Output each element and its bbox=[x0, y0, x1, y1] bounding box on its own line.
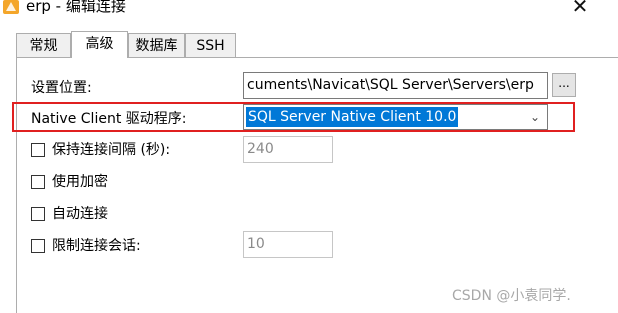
chevron-down-icon: ⌄ bbox=[529, 110, 541, 124]
driver-selected-value: SQL Server Native Client 10.0 bbox=[246, 107, 459, 127]
tab-database[interactable]: 数据库 bbox=[128, 33, 185, 57]
settings-location-field[interactable]: cuments\Navicat\SQL Server\Servers\erp bbox=[243, 72, 548, 99]
tab-advanced[interactable]: 高级 bbox=[71, 31, 128, 58]
tab-ssh[interactable]: SSH bbox=[185, 33, 236, 57]
keepalive-checkbox[interactable] bbox=[31, 143, 45, 157]
browse-button[interactable]: ... bbox=[552, 73, 576, 97]
limit-sessions-checkbox[interactable] bbox=[31, 239, 45, 253]
auto-connect-checkbox[interactable] bbox=[31, 207, 45, 221]
limit-sessions-label: 限制连接会话: bbox=[52, 238, 141, 254]
window-title: erp - 编辑连接 bbox=[26, 0, 126, 15]
watermark: CSDN @小袁同学. bbox=[452, 288, 571, 304]
title-bar: erp - 编辑连接 ✕ bbox=[0, 0, 618, 30]
driver-select[interactable]: SQL Server Native Client 10.0 ⌄ bbox=[243, 104, 548, 130]
navicat-icon bbox=[3, 0, 19, 14]
encryption-checkbox[interactable] bbox=[31, 175, 45, 189]
keepalive-field[interactable]: 240 bbox=[243, 136, 333, 163]
limit-sessions-field[interactable]: 10 bbox=[243, 231, 333, 258]
keepalive-label: 保持连接间隔 (秒): bbox=[52, 142, 171, 158]
tab-general[interactable]: 常规 bbox=[16, 33, 71, 57]
auto-connect-label: 自动连接 bbox=[52, 206, 108, 222]
close-button[interactable]: ✕ bbox=[565, 0, 595, 18]
encryption-label: 使用加密 bbox=[52, 174, 108, 190]
settings-location-label: 设置位置: bbox=[31, 80, 92, 96]
driver-label: Native Client 驱动程序: bbox=[31, 111, 187, 127]
close-icon: ✕ bbox=[571, 0, 589, 18]
